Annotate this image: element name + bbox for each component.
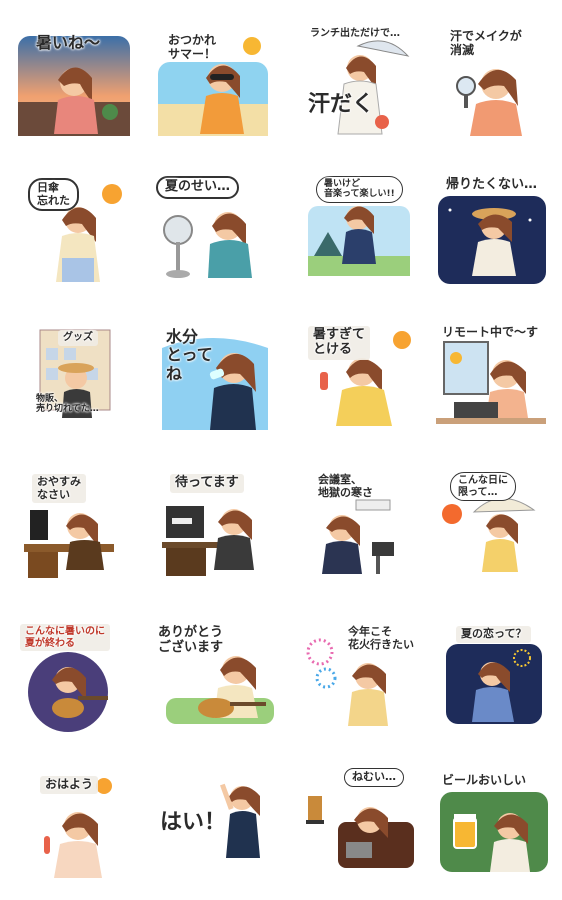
caption: 暑すぎて とける bbox=[308, 326, 371, 360]
sticker-otsukare-summer[interactable]: おつかれ サマー！ bbox=[152, 22, 274, 140]
sticker-summer-ending[interactable]: こんなに暑いのに 夏が終わる bbox=[14, 614, 136, 732]
sticker-oyasumi[interactable]: おやすみ なさい bbox=[14, 466, 136, 584]
sticker-asedaku[interactable]: ランチ出ただけで… 汗だく bbox=[298, 22, 420, 140]
sticker-arigatou[interactable]: ありがとう ございます bbox=[152, 614, 274, 732]
caption: 今年こそ 花火行きたい bbox=[348, 625, 414, 651]
sticker-music-fun[interactable]: 暑いけど 音楽って楽しい!! bbox=[298, 170, 420, 288]
sticker-natsu-no-sei[interactable]: 夏のせい… bbox=[152, 170, 274, 288]
caption: おはよう bbox=[40, 776, 99, 794]
caption: 暑いけど 音楽って楽しい!! bbox=[316, 176, 403, 203]
sticker-grid: 暑いね～ おつかれ サマー！ ランチ出ただけで… 汗だく 汗でメイクが 消滅 日… bbox=[0, 0, 562, 900]
sticker-sweat-makeup[interactable]: 汗でメイクが 消滅 bbox=[430, 22, 552, 140]
caption: 汗でメイクが 消滅 bbox=[450, 29, 522, 57]
caption: おつかれ サマー！ bbox=[168, 33, 217, 61]
caption-top: グッズ bbox=[58, 330, 98, 346]
caption: 暑いね～ bbox=[36, 33, 101, 52]
caption-top: ランチ出ただけで… bbox=[310, 28, 400, 39]
caption: おやすみ なさい bbox=[32, 474, 86, 504]
sticker-remote[interactable]: リモート中で～す bbox=[430, 318, 552, 436]
sticker-fireworks-wish[interactable]: 今年こそ 花火行きたい bbox=[298, 614, 420, 732]
caption: 夏のせい… bbox=[156, 176, 240, 199]
caption: 夏の恋って？ bbox=[456, 626, 532, 643]
sticker-summer-love[interactable]: 夏の恋って？ bbox=[430, 614, 552, 732]
sticker-goods-sold-out[interactable]: グッズ 物販、 売り切れてた… bbox=[14, 318, 136, 436]
sticker-cold-meeting[interactable]: 会議室、 地獄の寒さ bbox=[298, 466, 420, 584]
caption: はい！ bbox=[160, 810, 227, 835]
caption-bottom: 汗だく bbox=[308, 92, 375, 117]
sticker-nemui[interactable]: ねむい… bbox=[298, 762, 420, 880]
sticker-hai[interactable]: はい！ bbox=[152, 762, 274, 880]
caption: ありがとう ございます bbox=[158, 625, 224, 655]
sticker-matte-masu[interactable]: 待ってます bbox=[152, 466, 274, 584]
sticker-hydrate[interactable]: 水分 とって ね bbox=[152, 318, 274, 436]
sticker-ohayou[interactable]: おはよう bbox=[14, 762, 136, 880]
caption: 会議室、 地獄の寒さ bbox=[318, 473, 373, 499]
girl-umbrella-sweat-icon bbox=[337, 40, 410, 135]
sticker-kaeritakunai[interactable]: 帰りたくない… bbox=[430, 170, 552, 288]
sticker-melting[interactable]: 暑すぎて とける bbox=[298, 318, 420, 436]
caption: ねむい… bbox=[344, 768, 404, 787]
sticker-beer[interactable]: ビールおいしい bbox=[430, 762, 552, 880]
sticker-konna-hi-ni[interactable]: こんな日に 限って… bbox=[430, 466, 552, 584]
caption: 帰りたくない… bbox=[446, 177, 538, 192]
caption-bottom: 物販、 売り切れてた… bbox=[36, 394, 99, 415]
caption: こんな日に 限って… bbox=[450, 472, 516, 501]
caption: リモート中で～す bbox=[442, 325, 539, 339]
caption: 水分 とって ね bbox=[166, 327, 213, 383]
caption: こんなに暑いのに 夏が終わる bbox=[20, 624, 110, 651]
sticker-forgot-parasol[interactable]: 日傘 忘れた bbox=[14, 170, 136, 288]
caption: ビールおいしい bbox=[442, 773, 527, 787]
sticker-atsuine[interactable]: 暑いね～ bbox=[14, 22, 136, 140]
caption: 待ってます bbox=[170, 474, 244, 493]
caption: 日傘 忘れた bbox=[28, 178, 79, 212]
